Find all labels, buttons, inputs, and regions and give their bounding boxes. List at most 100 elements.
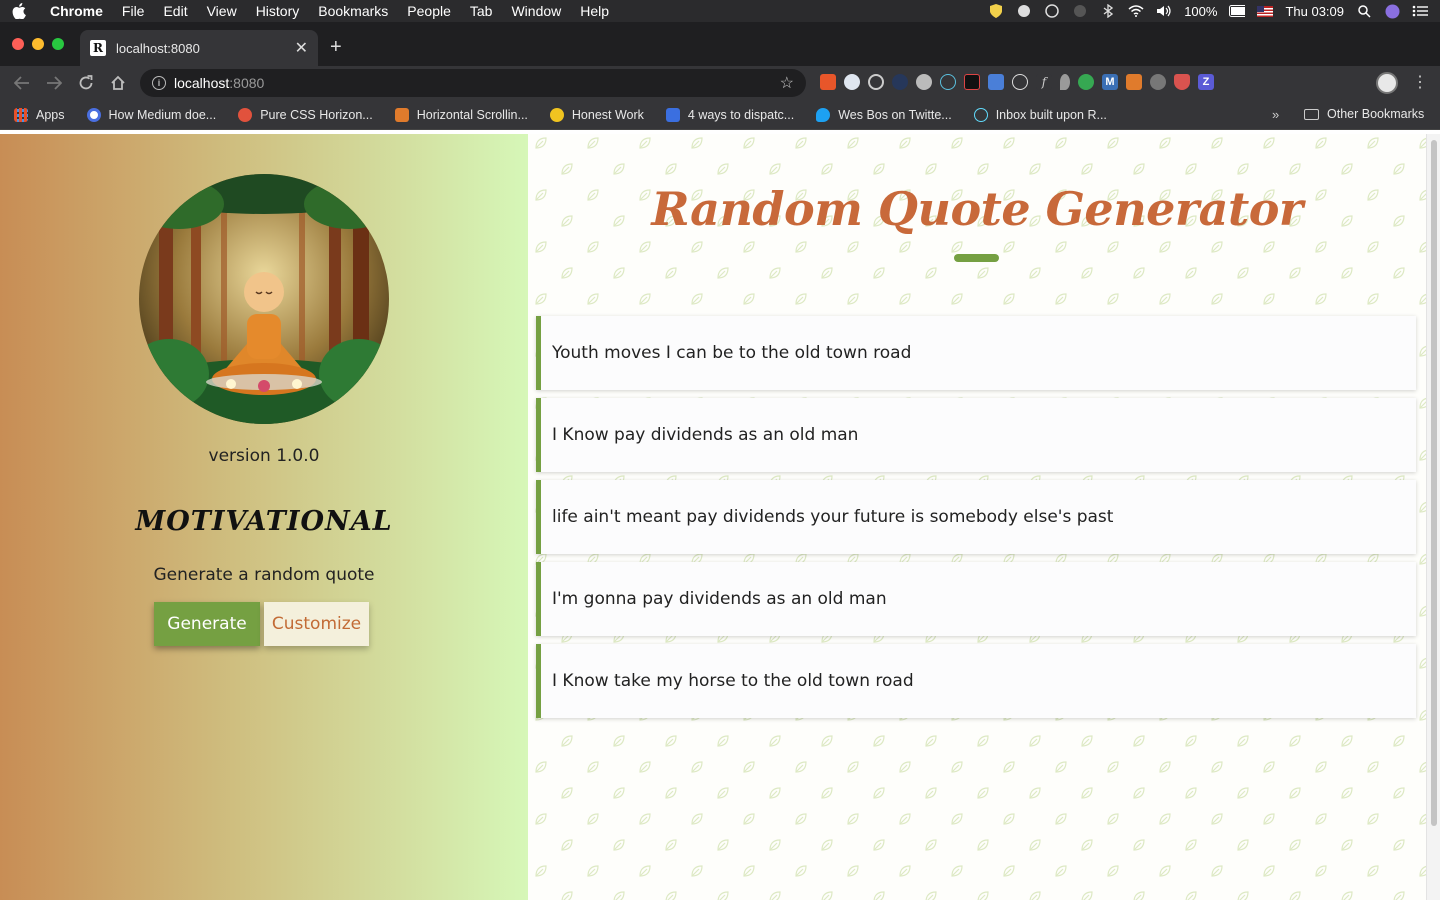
extension-redux-icon[interactable] <box>1012 74 1028 90</box>
other-bookmarks[interactable]: Other Bookmarks <box>1304 107 1424 121</box>
quote-card[interactable]: life ain't meant pay dividends your futu… <box>536 480 1416 554</box>
codepen-favicon-icon <box>238 107 253 122</box>
menu-people[interactable]: People <box>407 3 451 19</box>
new-tab-icon[interactable]: + <box>330 36 342 59</box>
honest-work-favicon-icon <box>549 107 564 122</box>
menu-edit[interactable]: Edit <box>163 3 187 19</box>
siri-icon[interactable] <box>1384 3 1400 19</box>
fullscreen-window-button[interactable] <box>52 38 64 50</box>
apple-menu-icon[interactable] <box>12 3 28 19</box>
battery-icon[interactable] <box>1229 3 1246 19</box>
bookmark-horizontal-scrolling[interactable]: Horizontal Scrollin... <box>394 107 528 122</box>
bookmark-inbox[interactable]: Inbox built upon R... <box>973 107 1107 122</box>
extension-green-icon[interactable] <box>1078 74 1094 90</box>
quote-card[interactable]: I Know take my horse to the old town roa… <box>536 644 1416 718</box>
extension-pin-icon[interactable] <box>1060 74 1070 90</box>
dispatch-favicon-icon <box>665 107 680 122</box>
extension-function-icon[interactable]: f <box>1036 74 1052 90</box>
folder-icon <box>1304 108 1319 120</box>
quote-card[interactable]: I'm gonna pay dividends as an old man <box>536 562 1416 636</box>
bookmarks-overflow-icon[interactable]: » <box>1272 107 1279 122</box>
bookmark-medium[interactable]: How Medium doe... <box>86 107 216 122</box>
extension-z-icon[interactable]: Z <box>1198 74 1214 90</box>
dark-circle-status-icon[interactable] <box>1072 3 1088 19</box>
evernote-status-icon[interactable] <box>1016 3 1032 19</box>
chrome-menu-icon[interactable]: ⋮ <box>1412 72 1428 92</box>
bookmark-pure-css[interactable]: Pure CSS Horizon... <box>238 107 373 122</box>
react-favicon-icon: R <box>90 40 106 56</box>
menu-help[interactable]: Help <box>580 3 609 19</box>
tab-title: localhost:8080 <box>116 40 200 56</box>
address-bar[interactable]: i localhost:8080 ☆ <box>140 69 806 97</box>
tab-localhost[interactable]: R localhost:8080 ✕ <box>80 30 318 66</box>
extensions-bar: f M Z <box>820 74 1214 90</box>
quote-card[interactable]: I Know pay dividends as an old man <box>536 398 1416 472</box>
menu-view[interactable]: View <box>207 3 237 19</box>
forward-icon[interactable] <box>38 67 70 99</box>
generate-button[interactable]: Generate <box>154 602 260 646</box>
bookmark-dispatch[interactable]: 4 ways to dispatc... <box>665 107 794 122</box>
quote-card[interactable]: Youth moves I can be to the old town roa… <box>536 316 1416 390</box>
extension-react-icon[interactable] <box>940 74 956 90</box>
bookmark-apps[interactable]: Apps <box>14 107 65 122</box>
menu-bookmarks[interactable]: Bookmarks <box>318 3 388 19</box>
extension-dots-icon[interactable] <box>892 74 908 90</box>
macos-menu-bar: Chrome File Edit View History Bookmarks … <box>0 0 1440 22</box>
bookmark-honest-work[interactable]: Honest Work <box>549 107 644 122</box>
meditating-monk-illustration <box>139 174 389 424</box>
menu-app-name[interactable]: Chrome <box>50 3 103 19</box>
scrollbar-thumb[interactable] <box>1431 140 1437 826</box>
extension-lighthouse-icon[interactable] <box>1126 74 1142 90</box>
extension-w-icon[interactable] <box>1150 74 1166 90</box>
input-flag-icon[interactable] <box>1257 3 1274 19</box>
menu-tab[interactable]: Tab <box>470 3 493 19</box>
bookmark-label: Apps <box>36 107 65 122</box>
window-controls <box>12 38 64 50</box>
home-icon[interactable] <box>102 67 134 99</box>
clock[interactable]: Thu 03:09 <box>1285 4 1344 19</box>
extension-m-icon[interactable]: M <box>1102 74 1118 90</box>
other-bookmarks-label: Other Bookmarks <box>1327 107 1425 121</box>
bookmark-label: Horizontal Scrollin... <box>416 107 528 122</box>
close-window-button[interactable] <box>12 38 24 50</box>
spotlight-search-icon[interactable] <box>1356 3 1372 19</box>
minimize-window-button[interactable] <box>32 38 44 50</box>
site-info-icon[interactable]: i <box>152 76 166 90</box>
extension-circle-icon[interactable] <box>844 74 860 90</box>
extension-calendar-icon[interactable] <box>988 74 1004 90</box>
bookmark-label: Wes Bos on Twitte... <box>838 107 952 122</box>
wifi-icon[interactable] <box>1128 3 1144 19</box>
tab-strip: R localhost:8080 ✕ + <box>0 22 1440 66</box>
extension-target-icon[interactable] <box>868 74 884 90</box>
address-port: :8080 <box>229 75 265 91</box>
volume-icon[interactable] <box>1156 3 1172 19</box>
page-scrollbar[interactable] <box>1426 134 1440 900</box>
bookmark-star-icon[interactable]: ☆ <box>780 73 794 93</box>
page-viewport: version 1.0.0 MOTIVATIONAL Generate a ra… <box>0 134 1440 900</box>
apps-grid-icon <box>14 107 28 122</box>
profile-avatar[interactable] <box>1376 72 1398 94</box>
shield-status-icon[interactable] <box>988 3 1004 19</box>
sidebar: version 1.0.0 MOTIVATIONAL Generate a ra… <box>0 134 528 900</box>
bookmark-wes-bos[interactable]: Wes Bos on Twitte... <box>816 107 952 122</box>
battery-percent[interactable]: 100% <box>1184 4 1217 19</box>
extension-globe-icon[interactable] <box>916 74 932 90</box>
menu-window[interactable]: Window <box>511 3 561 19</box>
customize-button[interactable]: Customize <box>264 602 369 646</box>
sidebar-subtitle: Generate a random quote <box>153 565 375 585</box>
tab-close-icon[interactable]: ✕ <box>295 38 308 58</box>
back-icon[interactable] <box>6 67 38 99</box>
reload-icon[interactable] <box>70 67 102 99</box>
address-host: localhost <box>174 75 230 91</box>
menu-history[interactable]: History <box>256 3 300 19</box>
medium-favicon-icon <box>86 107 101 122</box>
main-content: Random Quote Generator Youth moves I can… <box>528 134 1426 900</box>
extension-shield-icon[interactable] <box>1174 74 1190 90</box>
sync-status-icon[interactable] <box>1044 3 1060 19</box>
bluetooth-icon[interactable] <box>1100 3 1116 19</box>
menu-file[interactable]: File <box>122 3 145 19</box>
extension-percent-icon[interactable] <box>820 74 836 90</box>
notification-center-icon[interactable] <box>1412 3 1428 19</box>
category-label: MOTIVATIONAL <box>135 506 393 537</box>
extension-colorpick-icon[interactable] <box>964 74 980 90</box>
